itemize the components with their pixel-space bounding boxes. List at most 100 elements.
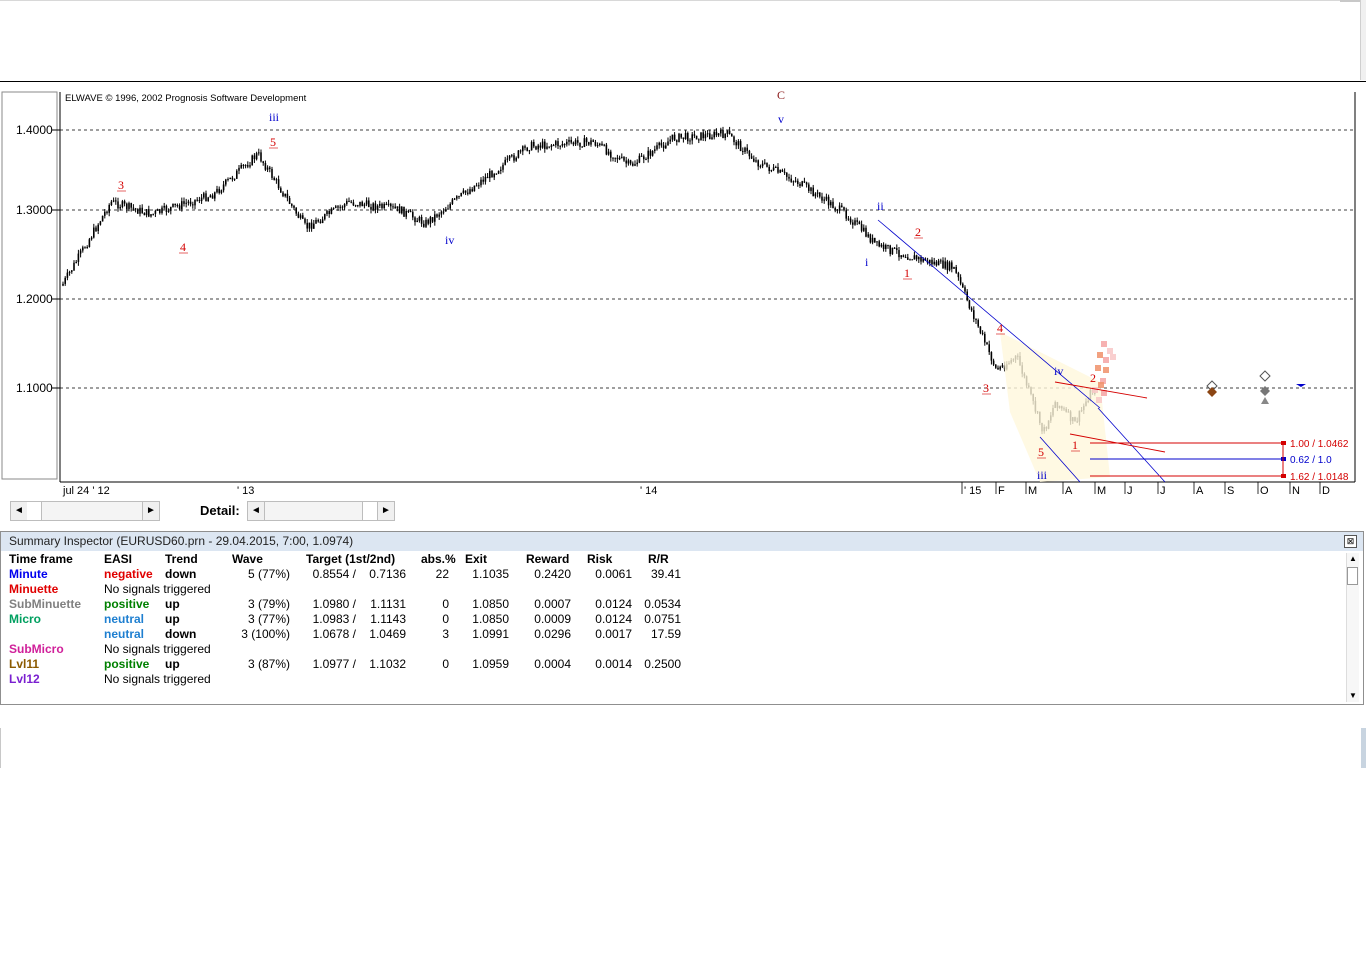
price-candle [902, 255, 905, 258]
price-candle [896, 248, 898, 251]
price-candle [929, 259, 931, 263]
top-vertical-scrollbar[interactable] [1360, 0, 1366, 80]
row-easi: positive [104, 597, 150, 611]
scroll-thumb[interactable] [27, 502, 42, 520]
scroll-up-icon[interactable]: ▲ [1347, 553, 1359, 565]
price-candle [612, 157, 614, 159]
price-candle [458, 196, 460, 198]
price-candle [304, 218, 306, 223]
price-candle [203, 193, 205, 198]
price-candle [495, 173, 498, 175]
price-candle [156, 209, 159, 211]
target-markers [1206, 370, 1306, 404]
price-candle [383, 203, 385, 209]
scroll-left-icon[interactable]: ◄ [11, 502, 28, 520]
x-tick-label: M [1028, 485, 1037, 497]
price-candle [920, 257, 922, 262]
price-candle [475, 185, 478, 187]
price-candle [258, 152, 260, 154]
price-chart[interactable]: 1.4000 1.3000 1.2000 1.1000 jul 24 ' 12 ' 13… [0, 82, 1363, 500]
forecast-cell [1092, 387, 1098, 393]
price-candle [869, 234, 872, 243]
close-icon[interactable]: ⊠ [1344, 535, 1357, 548]
detail-right-icon[interactable]: ► [377, 502, 394, 520]
price-candle [819, 192, 821, 197]
x-axis-labels: jul 24 ' 12 ' 13 ' 14 ' 15 F M A M J J A S O N D [62, 482, 1330, 497]
price-candle [482, 179, 484, 182]
row-abs-pct: 0 [442, 612, 449, 626]
row-risk: 0.0014 [595, 657, 632, 671]
price-candle [854, 220, 856, 225]
price-candle [610, 151, 612, 158]
price-candle [313, 223, 315, 229]
lower-window-border [0, 728, 1, 768]
row-timeframe: Lvl12 [9, 672, 40, 686]
price-candle [352, 202, 355, 206]
price-candle [337, 206, 339, 208]
price-candle [264, 162, 267, 170]
price-candle [590, 140, 592, 145]
row-timeframe: Minute [9, 567, 48, 581]
scroll-down-icon[interactable]: ▼ [1347, 690, 1359, 702]
price-candle [218, 188, 220, 193]
detail-left-icon[interactable]: ◄ [248, 502, 265, 520]
chart-horizontal-scrollbar[interactable]: ◄ ► [10, 501, 160, 521]
price-chart-panel[interactable]: 1.4000 1.3000 1.2000 1.1000 jul 24 ' 12 ' 13… [0, 82, 1363, 522]
price-candle [695, 135, 698, 140]
wave-label: 4 [997, 321, 1003, 335]
price-candle [616, 157, 619, 160]
scroll-right-icon[interactable]: ► [142, 502, 159, 520]
price-candle [559, 145, 561, 147]
price-candle [964, 287, 966, 292]
inspector-scroll-thumb[interactable] [1347, 567, 1358, 585]
wave-label: 5 [1038, 445, 1044, 459]
price-candle [812, 187, 814, 197]
price-candle [678, 133, 680, 142]
price-candle [280, 188, 282, 193]
price-candle [88, 239, 91, 247]
price-candle [706, 133, 709, 135]
price-candle [557, 141, 559, 147]
price-candle [412, 212, 414, 218]
price-candle [502, 164, 504, 170]
price-candle [753, 158, 755, 162]
price-candle [959, 277, 962, 284]
price-candle [489, 171, 491, 179]
diamond-icon [1207, 387, 1217, 397]
price-candle [484, 176, 487, 182]
price-candle [315, 219, 317, 224]
row-timeframe: SubMicro [9, 642, 64, 656]
price-candle [214, 192, 216, 199]
price-candle [473, 185, 476, 192]
price-candle [977, 320, 979, 327]
price-candle [720, 130, 722, 134]
price-candle [618, 157, 621, 160]
price-candle [986, 342, 988, 345]
price-candle [376, 205, 379, 210]
x-tick-label: A [1065, 485, 1073, 497]
lower-vertical-scrollbar[interactable] [1361, 728, 1366, 768]
price-candle [768, 166, 770, 172]
y-tick-label: 1.2000 [16, 292, 53, 306]
column-header: Risk [587, 552, 613, 566]
price-candle [698, 139, 700, 141]
detail-slider[interactable]: ◄ ► [247, 501, 395, 521]
price-candle [368, 200, 370, 207]
detail-thumb[interactable] [362, 502, 378, 520]
row-rr: 0.0751 [644, 612, 681, 626]
price-candle [541, 141, 544, 148]
wave-label: C [777, 88, 785, 102]
price-candle [416, 220, 418, 223]
x-tick-label: D [1322, 485, 1330, 497]
price-candle [370, 206, 372, 210]
price-candle [229, 177, 231, 179]
price-candle [999, 366, 1001, 370]
price-candle [781, 169, 784, 172]
price-candle [394, 206, 396, 209]
price-candle [673, 134, 676, 141]
price-candle [746, 147, 748, 151]
price-candle [684, 132, 687, 140]
price-candle [739, 141, 742, 152]
inspector-scrollbar[interactable]: ▲ ▼ [1346, 553, 1359, 702]
price-candle [247, 165, 249, 167]
